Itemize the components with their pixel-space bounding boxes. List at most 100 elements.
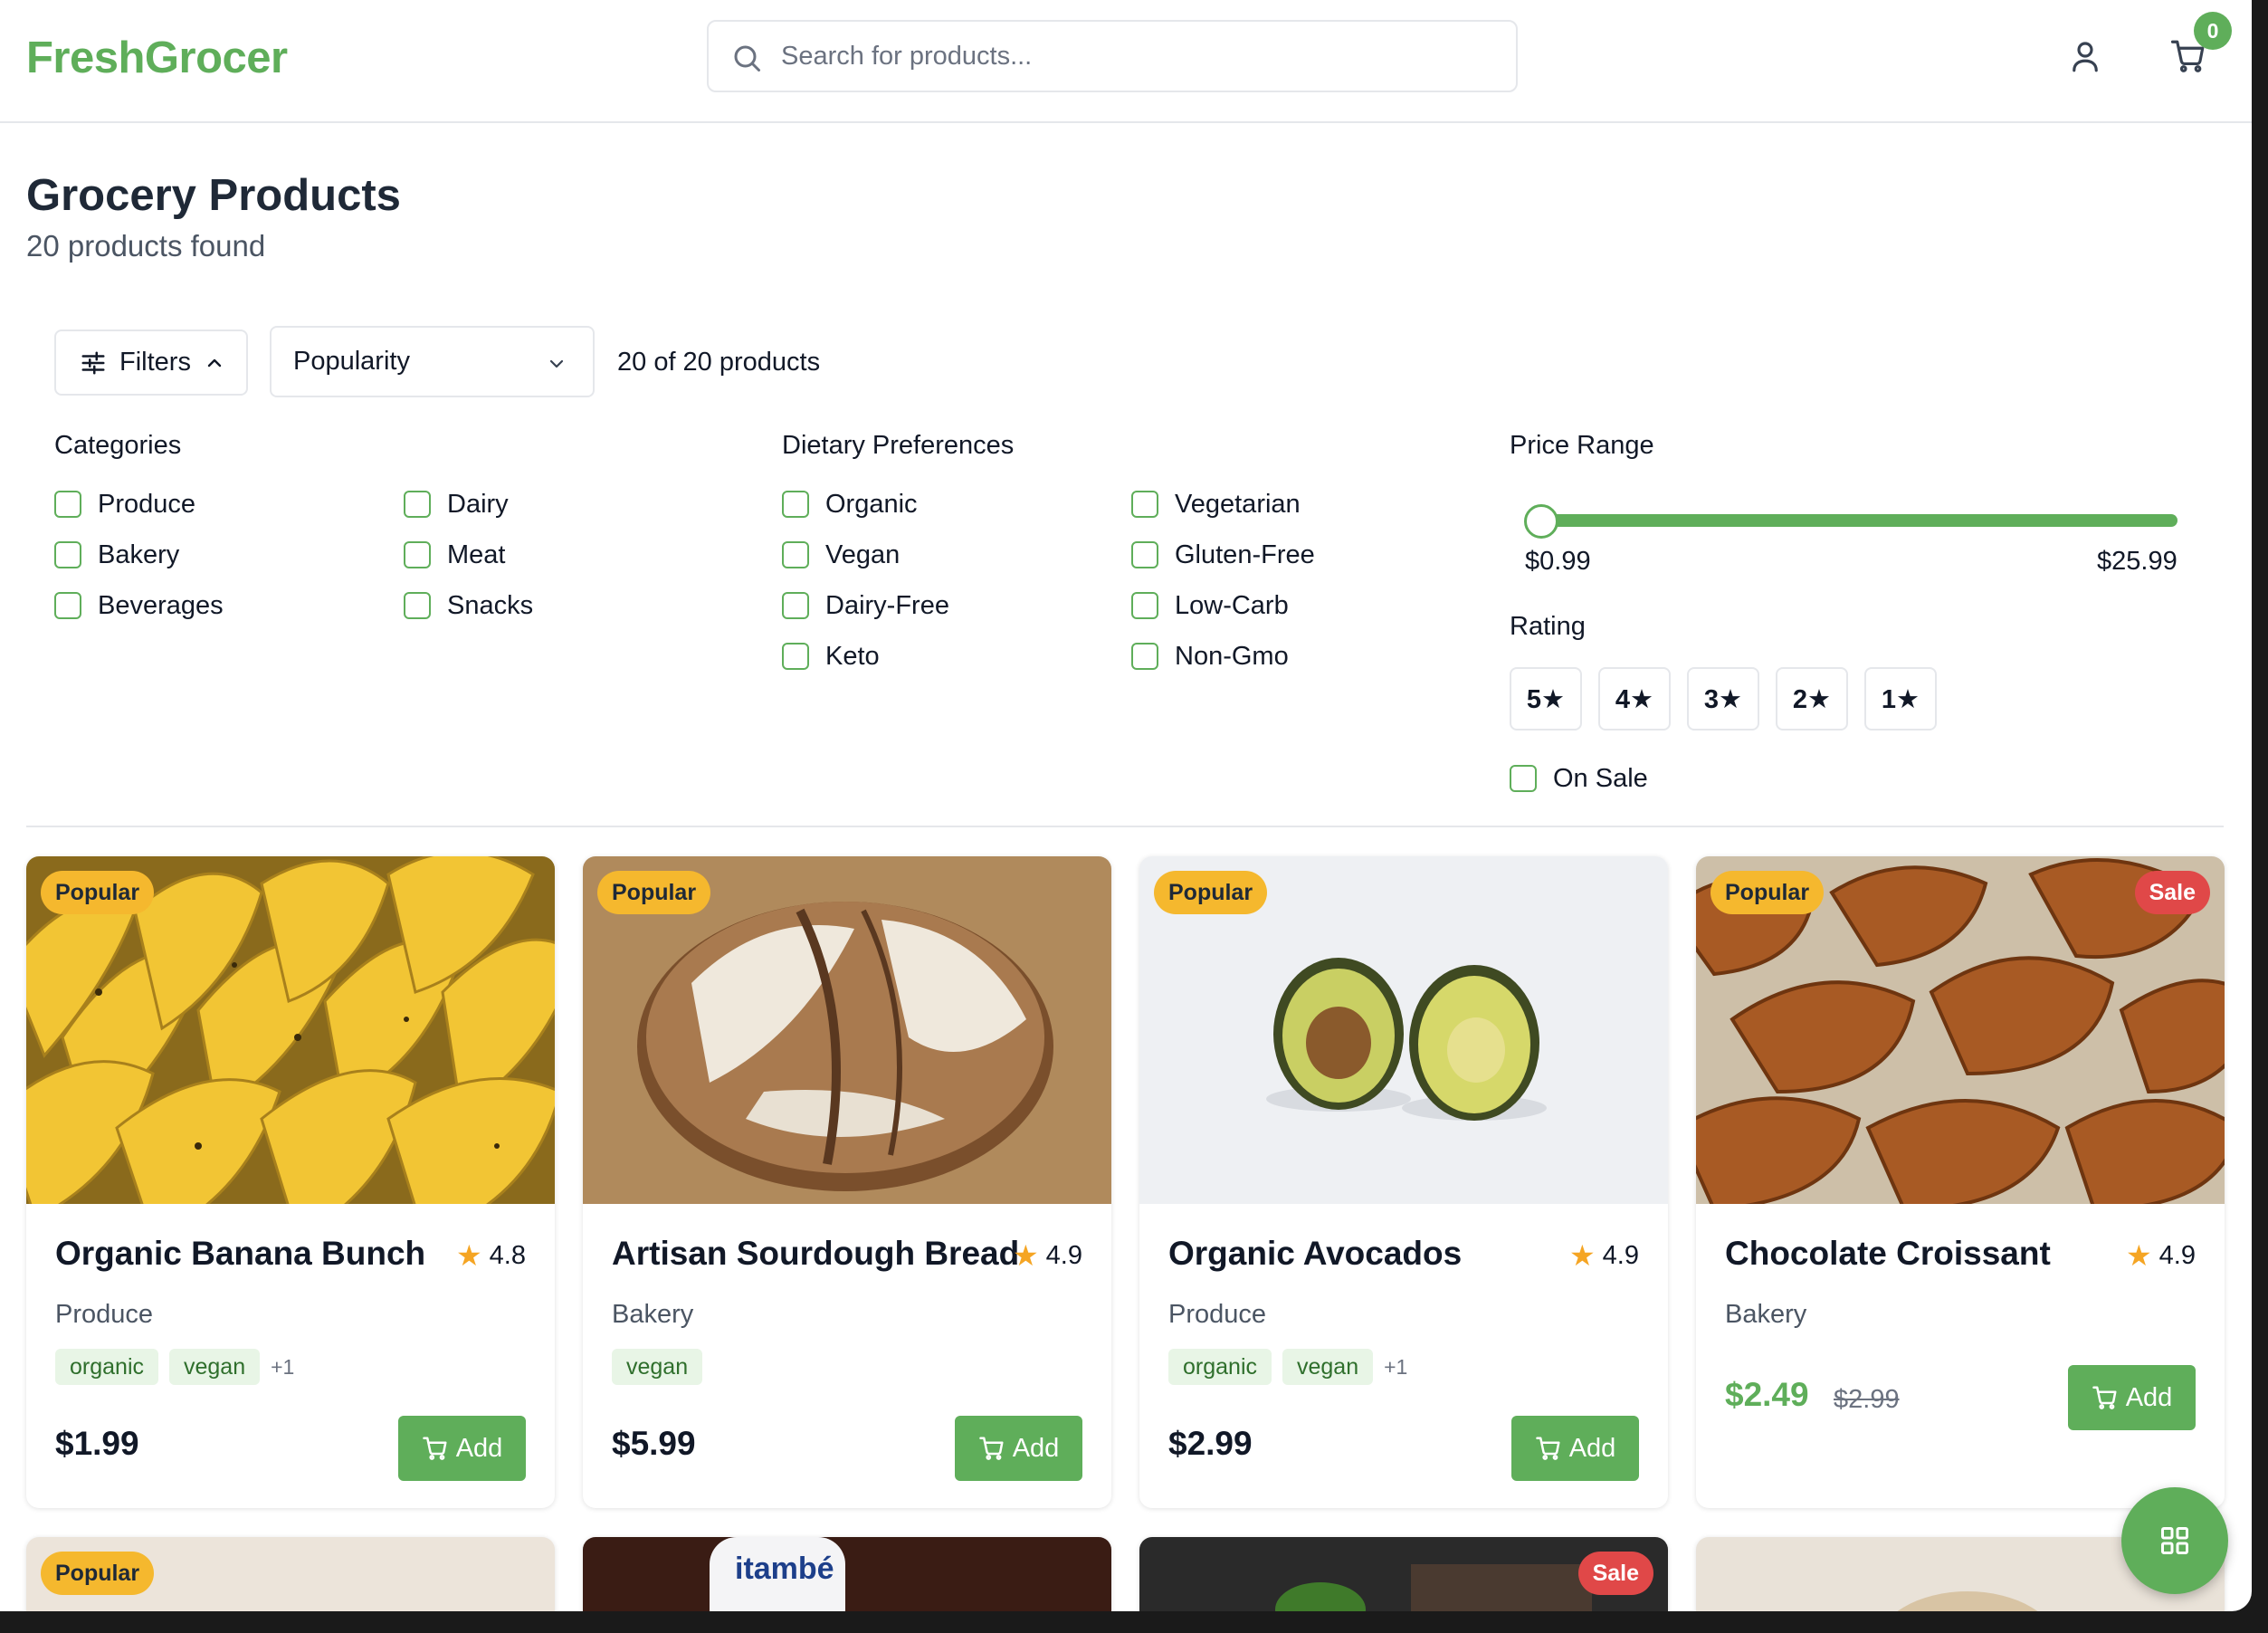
checkbox-label: Low-Carb: [1175, 590, 1289, 620]
add-label: Add: [455, 1433, 503, 1463]
price-slider-min-handle[interactable]: [1524, 504, 1558, 539]
checkbox-box[interactable]: [1131, 541, 1158, 568]
checkbox-box[interactable]: [782, 592, 809, 619]
product-category: Produce: [1168, 1300, 1267, 1329]
dietary-tag: vegan: [612, 1349, 703, 1385]
product-name[interactable]: Organic Banana Bunch: [55, 1235, 425, 1273]
dietary-checkbox-keto[interactable]: Keto: [782, 641, 880, 672]
checkbox-label: Dairy: [447, 489, 509, 519]
product-image: Popular: [1139, 856, 1668, 1204]
checkbox-box[interactable]: [782, 643, 809, 670]
add-to-cart-button[interactable]: Add: [398, 1416, 526, 1481]
checkbox-box[interactable]: [1510, 765, 1537, 792]
product-card[interactable]: Popular: [26, 1537, 555, 1611]
category-checkbox-bakery[interactable]: Bakery: [54, 540, 179, 570]
sale-badge: Sale: [1577, 1552, 1653, 1595]
star-icon: ★: [1568, 1239, 1596, 1272]
checkbox-label: Gluten-Free: [1175, 540, 1315, 569]
dietary-checkbox-organic[interactable]: Organic: [782, 489, 918, 520]
checkbox-box[interactable]: [404, 592, 431, 619]
search-bar[interactable]: [707, 20, 1518, 92]
add-to-cart-button[interactable]: Add: [955, 1416, 1082, 1481]
rating-2-button[interactable]: 2★: [1776, 667, 1848, 731]
grid-view-button[interactable]: [2121, 1487, 2228, 1594]
dietary-tags: organic vegan +1: [1168, 1349, 1407, 1385]
product-image: Popular: [583, 856, 1111, 1204]
site-logo[interactable]: FreshGrocer: [26, 33, 288, 83]
checkbox-box[interactable]: [54, 592, 81, 619]
chevron-up-icon: [207, 358, 222, 367]
product-rating: ★ 4.9: [2126, 1238, 2196, 1273]
sliders-icon: [81, 351, 105, 374]
category-checkbox-meat[interactable]: Meat: [404, 540, 505, 570]
product-card[interactable]: Popular Organic Avocados ★ 4.9 Produce or…: [1139, 856, 1668, 1508]
product-category: Bakery: [612, 1300, 694, 1329]
checkbox-box[interactable]: [782, 541, 809, 568]
rating-3-button[interactable]: 3★: [1687, 667, 1759, 731]
dietary-tag: organic: [1168, 1349, 1272, 1385]
checkbox-box[interactable]: [54, 491, 81, 518]
add-to-cart-button[interactable]: Add: [1511, 1416, 1639, 1481]
rating-value: 4.9: [2158, 1240, 2196, 1270]
on-sale-checkbox[interactable]: On Sale: [1510, 763, 1648, 794]
checkbox-box[interactable]: [404, 541, 431, 568]
rating-4-button[interactable]: 4★: [1598, 667, 1671, 731]
rating-1-button[interactable]: 1★: [1864, 667, 1937, 731]
popular-badge: Popular: [41, 871, 155, 914]
product-name[interactable]: Artisan Sourdough Bread: [612, 1235, 1019, 1273]
dietary-checkbox-vegetarian[interactable]: Vegetarian: [1131, 489, 1301, 520]
search-input[interactable]: [781, 22, 1487, 91]
dietary-checkbox-gluten-free[interactable]: Gluten-Free: [1131, 540, 1315, 570]
price-max-label: $25.99: [2097, 547, 2177, 576]
category-checkbox-beverages[interactable]: Beverages: [54, 590, 224, 621]
checkbox-box[interactable]: [1131, 643, 1158, 670]
user-icon[interactable]: [2066, 37, 2104, 75]
product-rating: ★ 4.9: [1013, 1238, 1082, 1273]
product-card[interactable]: Sale: [1139, 1537, 1668, 1611]
dietary-checkbox-vegan[interactable]: Vegan: [782, 540, 900, 570]
checkbox-label: Keto: [825, 641, 880, 671]
category-checkbox-snacks[interactable]: Snacks: [404, 590, 533, 621]
categories-heading: Categories: [54, 431, 182, 460]
cart-icon: [2092, 1386, 2117, 1409]
cart-icon: [422, 1437, 447, 1460]
dietary-checkbox-low-carb[interactable]: Low-Carb: [1131, 590, 1289, 621]
dietary-checkbox-non-gmo[interactable]: Non-Gmo: [1131, 641, 1289, 672]
price-slider-track[interactable]: [1526, 514, 2177, 527]
site-header: FreshGrocer 0: [0, 0, 2252, 123]
product-name[interactable]: Organic Avocados: [1168, 1235, 1462, 1273]
product-name[interactable]: Chocolate Croissant: [1725, 1235, 2051, 1273]
checkbox-box[interactable]: [782, 491, 809, 518]
product-card[interactable]: Popular Sale Chocolate Croissant ★ 4.9 Ba…: [1696, 856, 2225, 1508]
product-card[interactable]: Popular Artisan Sourdough Bread ★ 4.9 Bak…: [583, 856, 1111, 1508]
category-checkbox-produce[interactable]: Produce: [54, 489, 195, 520]
product-card[interactable]: itambé: [583, 1537, 1111, 1611]
dietary-tag: vegan: [169, 1349, 261, 1385]
product-image: Popular: [26, 856, 555, 1204]
product-image: [710, 1537, 845, 1611]
page-title: Grocery Products: [26, 171, 401, 220]
filters-toggle-button[interactable]: Filters: [54, 329, 248, 396]
popular-badge: Popular: [1711, 871, 1825, 914]
add-to-cart-button[interactable]: Add: [2068, 1365, 2196, 1430]
dietary-checkbox-dairy-free[interactable]: Dairy-Free: [782, 590, 949, 621]
checkbox-label: Produce: [98, 489, 196, 519]
dietary-tags: organic vegan +1: [55, 1349, 294, 1385]
dietary-tag: vegan: [1282, 1349, 1374, 1385]
dietary-tags: vegan: [612, 1349, 703, 1385]
checkbox-box[interactable]: [404, 491, 431, 518]
checkbox-box[interactable]: [1131, 491, 1158, 518]
rating-5-button[interactable]: 5★: [1510, 667, 1582, 731]
checkbox-box[interactable]: [1131, 592, 1158, 619]
more-tags-count: +1: [271, 1354, 295, 1379]
cart-icon: [1535, 1437, 1560, 1460]
rating-heading: Rating: [1510, 612, 1586, 641]
grid-icon: [2161, 1527, 2188, 1554]
sort-value: Popularity: [293, 347, 410, 376]
category-checkbox-dairy[interactable]: Dairy: [404, 489, 509, 520]
checkbox-box[interactable]: [54, 541, 81, 568]
sort-select[interactable]: Popularity: [270, 326, 595, 397]
price-range-heading: Price Range: [1510, 431, 1654, 460]
product-price: $2.99: [1168, 1425, 1253, 1462]
product-card[interactable]: Popular Organic Banana Bunch ★ 4.8 Produc…: [26, 856, 555, 1508]
